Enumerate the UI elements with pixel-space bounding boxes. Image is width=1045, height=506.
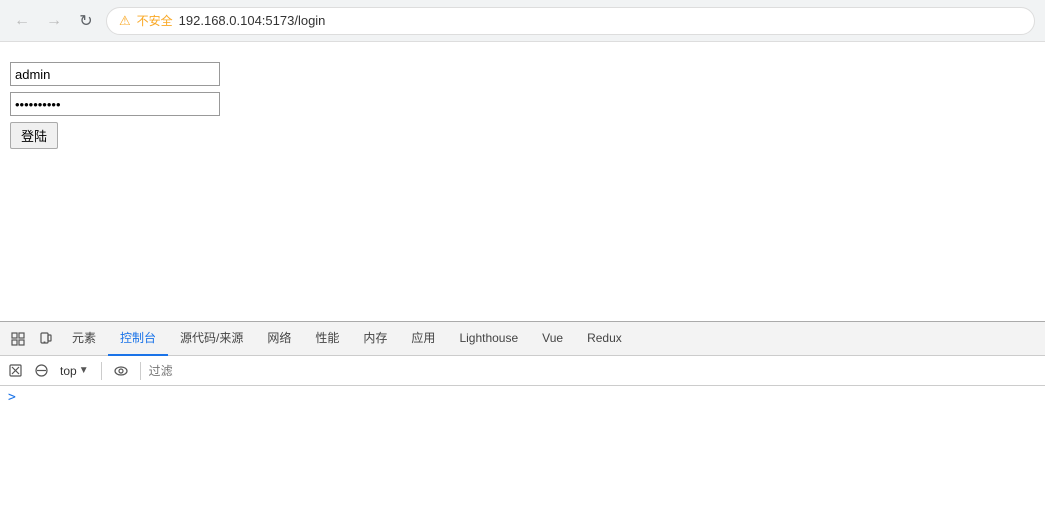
password-input[interactable] [10,92,220,116]
toolbar-divider-2 [140,362,141,380]
eye-button[interactable] [110,360,132,382]
devtools-panel: 元素 控制台 源代码/来源 网络 性能 内存 应用 Lighthouse [0,321,1045,506]
devtools-console: > [0,386,1045,506]
console-caret: > [8,390,16,405]
tab-console[interactable]: 控制台 [108,322,168,356]
login-form: 登陆 [10,62,220,149]
tab-source[interactable]: 源代码/来源 [168,322,255,356]
filter-input[interactable] [149,361,1045,381]
browser-window: ← → ↻ ⚠ 不安全 192.168.0.104:5173/login 登陆 [0,0,1045,506]
login-button[interactable]: 登陆 [10,122,58,149]
address-bar[interactable]: ⚠ 不安全 192.168.0.104:5173/login [106,7,1035,35]
tab-vue[interactable]: Vue [530,322,575,356]
tab-elements[interactable]: 元素 [60,322,108,356]
toolbar-divider [101,362,102,380]
context-label: top [60,364,77,378]
devtools-device-button[interactable] [32,325,60,353]
devtools-tabs-bar: 元素 控制台 源代码/来源 网络 性能 内存 应用 Lighthouse [0,322,1045,356]
tab-redux[interactable]: Redux [575,322,634,356]
block-button[interactable] [30,360,52,382]
tab-performance[interactable]: 性能 [303,322,351,356]
clear-console-button[interactable] [4,360,26,382]
back-button[interactable]: ← [10,9,34,33]
insecure-label: 不安全 [137,12,173,29]
reload-button[interactable]: ↻ [74,9,98,33]
security-warning-icon: ⚠ [119,13,131,29]
tab-lighthouse[interactable]: Lighthouse [447,322,530,356]
context-selector[interactable]: top ▼ [56,362,93,380]
tab-network[interactable]: 网络 [255,322,303,356]
page-content: 登陆 [0,42,1045,242]
devtools-inspect-button[interactable] [4,325,32,353]
url-text: 192.168.0.104:5173/login [179,13,326,28]
context-arrow-icon: ▼ [79,365,89,376]
username-input[interactable] [10,62,220,86]
tab-memory[interactable]: 内存 [351,322,399,356]
devtools-toolbar: top ▼ [0,356,1045,386]
tab-application[interactable]: 应用 [399,322,447,356]
browser-chrome: ← → ↻ ⚠ 不安全 192.168.0.104:5173/login [0,0,1045,42]
forward-button[interactable]: → [42,9,66,33]
